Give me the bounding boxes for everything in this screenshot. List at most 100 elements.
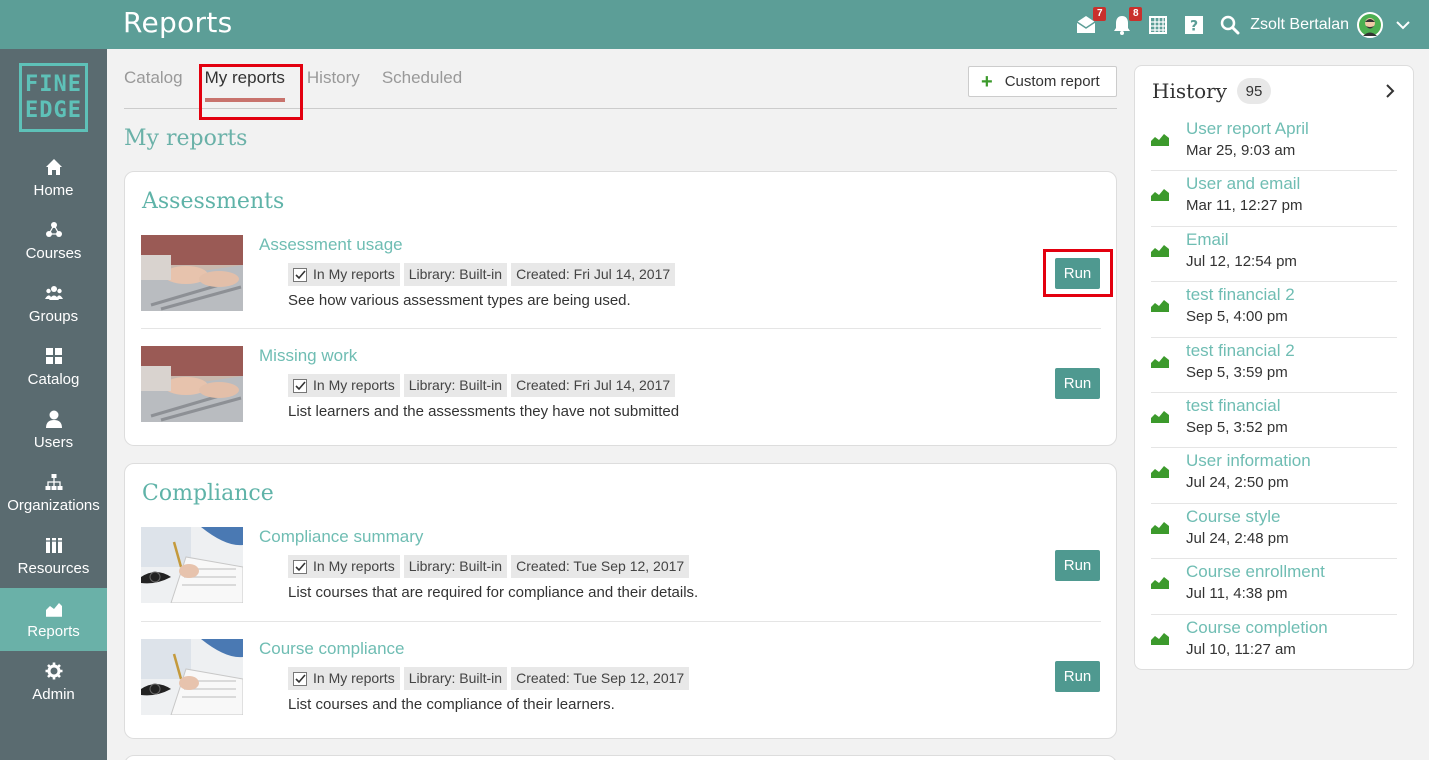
report-title[interactable]: Compliance summary	[259, 527, 423, 547]
top-bar: Reports 7 8 ? Zsolt Bertalan	[0, 0, 1429, 49]
checkbox-icon[interactable]	[293, 671, 307, 686]
history-item-title[interactable]: test financial	[1186, 396, 1281, 416]
history-list: User report April Mar 25, 9:03 am User and…	[1151, 116, 1397, 670]
plus-icon: +	[981, 70, 993, 93]
created-tag: Created: Tue Sep 12, 2017	[511, 555, 690, 578]
sidebar-nav: Home Courses Groups Catalog Users Organi…	[0, 147, 107, 714]
sidebar: FINE EDGE Home Courses Groups Catalog Us…	[0, 49, 107, 760]
checkbox-icon[interactable]	[293, 267, 307, 282]
custom-report-button[interactable]: + Custom report	[968, 66, 1117, 97]
report-tags: In My reports Library: Built-in Created:…	[288, 374, 679, 397]
avatar[interactable]	[1357, 11, 1383, 38]
notifications-badge: 8	[1129, 6, 1143, 21]
tag-label: In My reports	[313, 377, 395, 393]
sidebar-item-courses[interactable]: Courses	[0, 210, 107, 273]
section-card-compliance: Compliance Compliance summary In My repo…	[124, 463, 1117, 739]
history-item-date: Jul 24, 2:48 pm	[1186, 529, 1289, 547]
history-item[interactable]: Course style Jul 24, 2:48 pm	[1151, 504, 1397, 560]
checkbox-icon[interactable]	[293, 378, 307, 393]
report-tags: In My reports Library: Built-in Created:…	[288, 555, 693, 578]
history-item-title[interactable]: Course enrollment	[1186, 562, 1325, 582]
created-tag: Created: Fri Jul 14, 2017	[511, 374, 676, 397]
messages-icon[interactable]: 7	[1076, 6, 1107, 35]
run-button[interactable]: Run	[1055, 661, 1100, 692]
history-item[interactable]: test financial 2 Sep 5, 4:00 pm	[1151, 282, 1397, 338]
help-icon[interactable]: ?	[1184, 15, 1204, 35]
history-item[interactable]: User report April Mar 25, 9:03 am	[1151, 116, 1397, 172]
in-my-reports-tag[interactable]: In My reports	[288, 667, 400, 690]
library-tag: Library: Built-in	[403, 667, 508, 690]
logo-line-1: FINE	[25, 71, 82, 97]
sidebar-item-resources[interactable]: Resources	[0, 525, 107, 588]
logo[interactable]: FINE EDGE	[19, 63, 88, 132]
search-icon[interactable]	[1220, 15, 1240, 35]
sidebar-item-home[interactable]: Home	[0, 147, 107, 210]
tab-catalog[interactable]: Catalog	[124, 68, 183, 102]
section-card-partial	[124, 755, 1117, 760]
history-item-title[interactable]: Course style	[1186, 507, 1280, 527]
report-title[interactable]: Missing work	[259, 346, 357, 366]
page-title: Reports	[123, 6, 233, 39]
sidebar-item-groups[interactable]: Groups	[0, 273, 107, 336]
report-thumbnail	[141, 527, 243, 603]
history-item[interactable]: User information Jul 24, 2:50 pm	[1151, 448, 1397, 504]
chevron-down-icon[interactable]	[1395, 17, 1411, 33]
sidebar-item-label: Groups	[28, 308, 79, 325]
report-description: See how various assessment types are bei…	[288, 292, 631, 309]
sidebar-item-label: Users	[33, 434, 74, 451]
history-item-title[interactable]: test financial 2	[1186, 341, 1295, 361]
history-item-title[interactable]: test financial 2	[1186, 285, 1295, 305]
history-item-date: Sep 5, 3:59 pm	[1186, 363, 1288, 381]
history-item[interactable]: test financial Sep 5, 3:52 pm	[1151, 393, 1397, 449]
in-my-reports-tag[interactable]: In My reports	[288, 374, 400, 397]
checkbox-icon[interactable]	[293, 559, 307, 574]
history-item-date: Jul 10, 11:27 am	[1186, 640, 1296, 658]
sidebar-item-label: Home	[33, 182, 74, 199]
created-tag: Created: Fri Jul 14, 2017	[511, 263, 676, 286]
history-item-title[interactable]: Course completion	[1186, 618, 1328, 638]
history-item[interactable]: Course completion Jul 10, 11:27 am	[1151, 615, 1397, 670]
report-item: Missing work In My reports Library: Buil…	[141, 346, 1101, 422]
history-item[interactable]: Email Jul 12, 12:54 pm	[1151, 227, 1397, 283]
history-panel: History 95 User report April Mar 25, 9:03…	[1134, 65, 1414, 670]
history-item-title[interactable]: Email	[1186, 230, 1229, 250]
sidebar-item-organizations[interactable]: Organizations	[0, 462, 107, 525]
history-item-date: Mar 25, 9:03 am	[1186, 142, 1296, 159]
sidebar-item-admin[interactable]: Admin	[0, 651, 107, 714]
row-divider	[141, 621, 1101, 622]
tab-history[interactable]: History	[307, 68, 360, 102]
run-button[interactable]: Run	[1055, 550, 1100, 581]
home-icon	[45, 159, 62, 175]
history-item[interactable]: User and email Mar 11, 12:27 pm	[1151, 171, 1397, 227]
report-chart-icon	[1151, 355, 1169, 368]
calendar-icon[interactable]	[1148, 15, 1168, 35]
report-chart-icon	[1151, 244, 1169, 257]
run-button[interactable]: Run	[1055, 368, 1100, 399]
sidebar-item-label: Catalog	[27, 371, 80, 388]
catalog-icon	[45, 348, 62, 364]
sidebar-item-users[interactable]: Users	[0, 399, 107, 462]
in-my-reports-tag[interactable]: In My reports	[288, 263, 400, 286]
notifications-icon[interactable]: 8	[1112, 6, 1143, 35]
user-icon	[45, 410, 62, 428]
history-item[interactable]: test financial 2 Sep 5, 3:59 pm	[1151, 338, 1397, 393]
history-item-title[interactable]: User report April	[1186, 119, 1309, 139]
history-item[interactable]: Course enrollment Jul 11, 4:38 pm	[1151, 559, 1397, 615]
report-title[interactable]: Assessment usage	[259, 235, 403, 255]
report-tags: In My reports Library: Built-in Created:…	[288, 263, 679, 286]
chevron-right-icon[interactable]	[1383, 82, 1397, 100]
report-chart-icon	[1151, 189, 1169, 202]
history-item-title[interactable]: User and email	[1186, 174, 1300, 194]
report-tags: In My reports Library: Built-in Created:…	[288, 667, 693, 690]
tag-label: In My reports	[313, 670, 395, 686]
sidebar-item-catalog[interactable]: Catalog	[0, 336, 107, 399]
sidebar-item-reports[interactable]: Reports	[0, 588, 107, 651]
history-item-date: Sep 5, 4:00 pm	[1186, 308, 1288, 326]
tag-label: In My reports	[313, 558, 395, 574]
user-name[interactable]: Zsolt Bertalan	[1250, 16, 1349, 34]
tab-highlight-box	[199, 64, 303, 120]
report-title[interactable]: Course compliance	[259, 639, 405, 659]
history-item-title[interactable]: User information	[1186, 451, 1311, 471]
in-my-reports-tag[interactable]: In My reports	[288, 555, 400, 578]
tab-scheduled[interactable]: Scheduled	[382, 68, 462, 102]
